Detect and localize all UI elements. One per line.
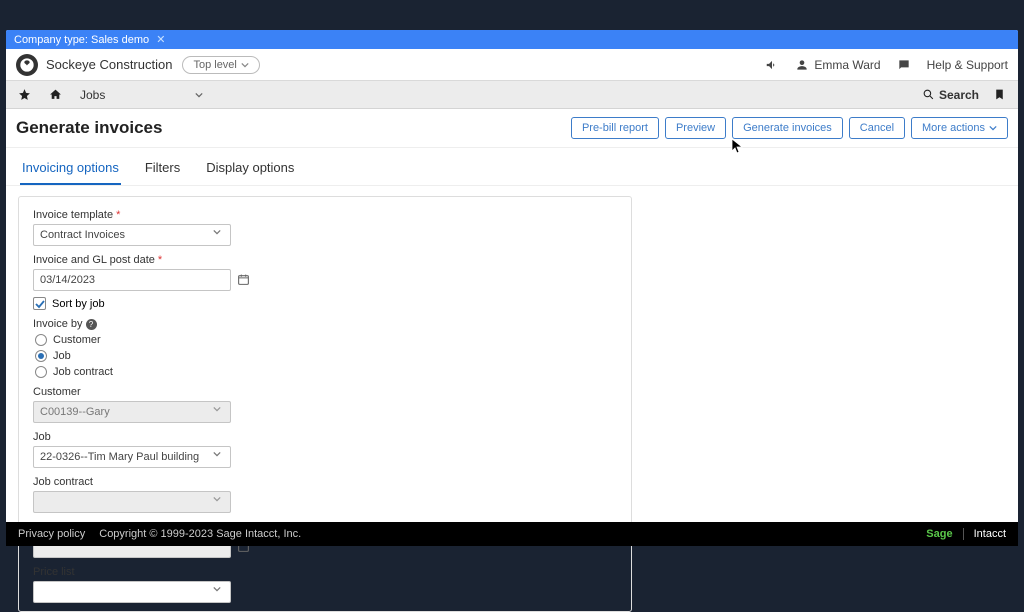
privacy-link[interactable]: Privacy policy xyxy=(18,528,85,540)
customer-select xyxy=(33,401,231,423)
chevron-down-icon xyxy=(989,124,997,132)
price-list-label: Price list xyxy=(33,566,617,578)
page-header: Generate invoices Pre-bill report Previe… xyxy=(6,109,1018,148)
help-link[interactable]: Help & Support xyxy=(927,58,1008,72)
user-name: Emma Ward xyxy=(814,58,880,72)
nav-jobs[interactable]: Jobs xyxy=(80,88,203,102)
page-title: Generate invoices xyxy=(16,118,162,138)
announce-icon[interactable] xyxy=(765,58,779,72)
radio-job[interactable]: Job xyxy=(35,350,617,362)
nav-bar: Jobs Search xyxy=(6,81,1018,109)
top-level-label: Top level xyxy=(193,59,236,71)
tab-invoicing-options[interactable]: Invoicing options xyxy=(20,154,121,185)
prebill-report-button[interactable]: Pre-bill report xyxy=(571,117,659,139)
tab-display-options[interactable]: Display options xyxy=(204,154,296,185)
top-level-dropdown[interactable]: Top level xyxy=(182,56,259,74)
radio-icon xyxy=(35,350,47,362)
radio-customer[interactable]: Customer xyxy=(35,334,617,346)
brand-bar: Sockeye Construction Top level Emma Ward… xyxy=(6,49,1018,81)
intacct-logo: Intacct xyxy=(974,528,1006,540)
cancel-button[interactable]: Cancel xyxy=(849,117,905,139)
user-icon xyxy=(795,58,809,72)
preview-button[interactable]: Preview xyxy=(665,117,726,139)
invoice-template-label: Invoice template* xyxy=(33,209,617,221)
postdate-label: Invoice and GL post date* xyxy=(33,254,617,266)
job-contract-label: Job contract xyxy=(33,476,617,488)
customer-label: Customer xyxy=(33,386,617,398)
footer: Privacy policy Copyright © 1999-2023 Sag… xyxy=(6,522,1018,546)
checkbox-icon xyxy=(33,297,46,310)
home-icon[interactable] xyxy=(49,88,62,101)
job-contract-select xyxy=(33,491,231,513)
postdate-input[interactable] xyxy=(33,269,231,291)
company-logo-icon xyxy=(16,54,38,76)
search-label: Search xyxy=(939,88,979,102)
radio-icon xyxy=(35,334,47,346)
sort-by-job-checkbox[interactable]: Sort by job xyxy=(33,297,617,310)
more-actions-label: More actions xyxy=(922,122,985,134)
banner-close-icon[interactable]: ✕ xyxy=(156,34,165,46)
nav-jobs-label: Jobs xyxy=(80,88,105,102)
banner-text: Company type: Sales demo xyxy=(14,34,149,46)
chevron-down-icon xyxy=(241,61,249,69)
form-panel: Invoice template* Invoice and GL post da… xyxy=(18,196,632,612)
company-type-banner: Company type: Sales demo ✕ xyxy=(6,30,1018,49)
tab-filters[interactable]: Filters xyxy=(143,154,182,185)
user-menu[interactable]: Emma Ward xyxy=(795,58,880,72)
radio-icon xyxy=(35,366,47,378)
invoice-template-select[interactable] xyxy=(33,224,231,246)
bookmark-icon[interactable] xyxy=(993,88,1006,101)
divider xyxy=(963,528,964,540)
invoice-by-label: Invoice by ? xyxy=(33,318,617,330)
chevron-down-icon xyxy=(195,91,203,99)
chat-icon[interactable] xyxy=(897,58,911,72)
sage-logo: Sage xyxy=(926,528,952,540)
search-icon xyxy=(922,88,935,101)
help-icon[interactable]: ? xyxy=(86,319,97,330)
search-button[interactable]: Search xyxy=(922,88,979,102)
more-actions-button[interactable]: More actions xyxy=(911,117,1008,139)
tabs: Invoicing options Filters Display option… xyxy=(6,154,1018,186)
company-name: Sockeye Construction xyxy=(46,57,172,72)
star-icon[interactable] xyxy=(18,88,31,101)
generate-invoices-button[interactable]: Generate invoices xyxy=(732,117,843,139)
sort-by-job-label: Sort by job xyxy=(52,298,105,310)
calendar-icon[interactable] xyxy=(237,273,250,286)
job-label: Job xyxy=(33,431,617,443)
radio-job-contract[interactable]: Job contract xyxy=(35,366,617,378)
copyright: Copyright © 1999-2023 Sage Intacct, Inc. xyxy=(99,528,301,540)
price-list-select[interactable] xyxy=(33,581,231,603)
job-select[interactable] xyxy=(33,446,231,468)
